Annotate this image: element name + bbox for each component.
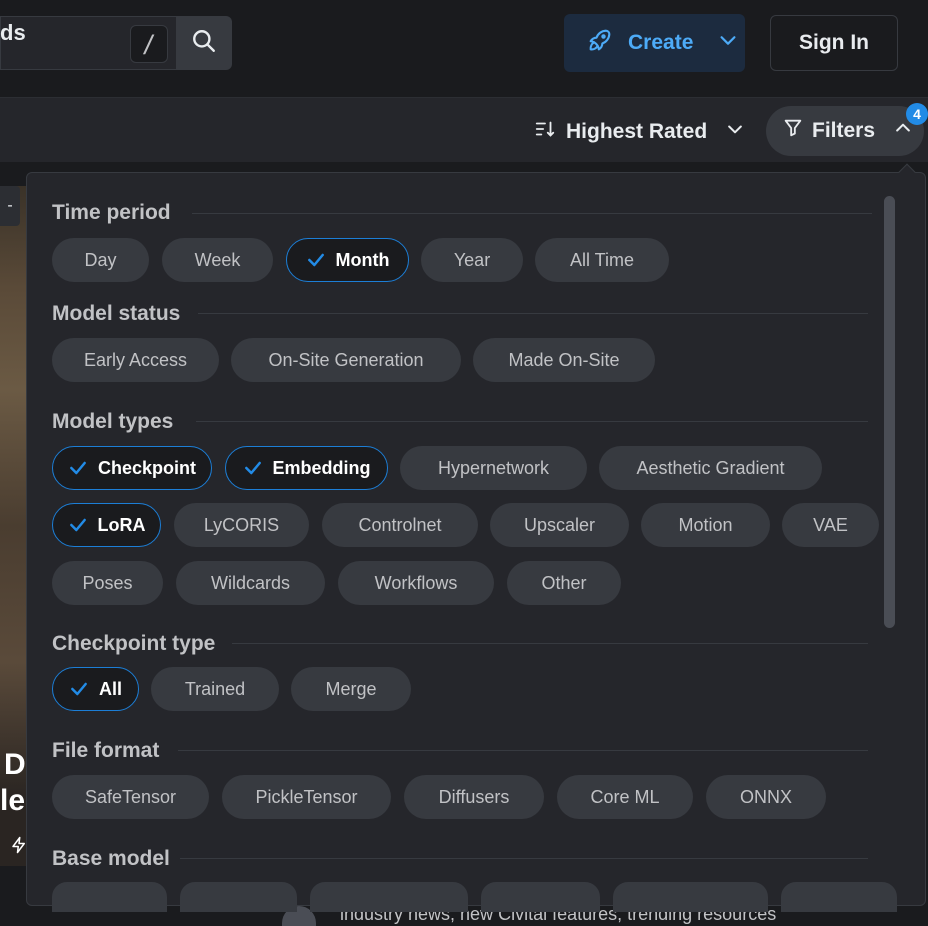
chip-label: All: [98, 678, 122, 699]
divider: [198, 313, 868, 314]
chip-wildcards[interactable]: Wildcards: [176, 561, 325, 605]
base-model-title: Base model: [52, 847, 170, 870]
divider: [196, 421, 868, 422]
chevron-down-icon: [725, 119, 745, 145]
chip-on-site-generation[interactable]: On-Site Generation: [231, 338, 461, 382]
chip-lycoris[interactable]: LyCORIS: [174, 503, 309, 547]
check-icon: [306, 250, 326, 270]
filters-count-badge: 4: [906, 103, 928, 125]
sort-label: Highest Rated: [566, 120, 708, 143]
section-heading-partial: ds: [0, 20, 26, 45]
chip-core-ml[interactable]: Core ML: [557, 775, 693, 819]
background-tab-button[interactable]: -: [0, 186, 20, 226]
create-button[interactable]: Create: [564, 14, 745, 72]
chip-base-model-partial[interactable]: [180, 882, 297, 912]
chip-month[interactable]: Month: [286, 238, 409, 282]
filters-button[interactable]: Filters: [766, 106, 924, 156]
chip-trained[interactable]: Trained: [151, 667, 279, 711]
chip-label: LoRA: [97, 514, 146, 535]
chip-safetensor[interactable]: SafeTensor: [52, 775, 209, 819]
rocket-icon: [586, 26, 614, 60]
sign-in-button[interactable]: Sign In: [770, 15, 898, 71]
chip-day[interactable]: Day: [52, 238, 149, 282]
chip-week[interactable]: Week: [162, 238, 273, 282]
check-icon: [68, 458, 88, 478]
chip-merge[interactable]: Merge: [291, 667, 411, 711]
chip-early-access[interactable]: Early Access: [52, 338, 219, 382]
divider: [192, 213, 872, 214]
chip-base-model-partial[interactable]: [52, 882, 167, 912]
chip-poses[interactable]: Poses: [52, 561, 163, 605]
chip-vae[interactable]: VAE: [782, 503, 879, 547]
create-label: Create: [628, 31, 694, 54]
chip-motion[interactable]: Motion: [641, 503, 770, 547]
background-card-title-line2: le: [0, 784, 26, 817]
search-button[interactable]: [176, 16, 232, 70]
chip-lora[interactable]: LoRA: [52, 503, 161, 547]
chip-label: Checkpoint: [97, 457, 196, 478]
chip-aesthetic-gradient[interactable]: Aesthetic Gradient: [599, 446, 822, 490]
check-icon: [69, 679, 89, 699]
chip-upscaler[interactable]: Upscaler: [490, 503, 629, 547]
chip-other[interactable]: Other: [507, 561, 621, 605]
divider: [178, 750, 868, 751]
model-status-title: Model status: [52, 302, 181, 325]
file-format-title: File format: [52, 739, 160, 762]
chip-diffusers[interactable]: Diffusers: [404, 775, 544, 819]
filters-label: Filters: [812, 119, 876, 142]
divider: [232, 643, 868, 644]
chip-all-time[interactable]: All Time: [535, 238, 669, 282]
chip-onnx[interactable]: ONNX: [706, 775, 826, 819]
chip-base-model-partial[interactable]: [781, 882, 897, 912]
chip-label: Embedding: [272, 457, 371, 478]
chip-base-model-partial[interactable]: [310, 882, 468, 912]
scrollbar[interactable]: [884, 196, 895, 628]
chip-workflows[interactable]: Workflows: [338, 561, 494, 605]
chip-base-model-partial[interactable]: [613, 882, 768, 912]
background-card-title: D: [4, 748, 26, 781]
time-period-title: Time period: [52, 201, 171, 224]
chip-label: Month: [335, 249, 390, 270]
chip-checkpoint[interactable]: Checkpoint: [52, 446, 212, 490]
chip-base-model-partial[interactable]: [481, 882, 600, 912]
filter-icon: [782, 117, 804, 145]
sort-descending-icon: [534, 118, 556, 146]
check-icon: [243, 458, 263, 478]
divider: [180, 858, 868, 859]
chip-hypernetwork[interactable]: Hypernetwork: [400, 446, 587, 490]
chip-made-on-site[interactable]: Made On-Site: [473, 338, 655, 382]
check-icon: [68, 515, 88, 535]
chip-year[interactable]: Year: [421, 238, 523, 282]
chip-pickletensor[interactable]: PickleTensor: [222, 775, 391, 819]
chevron-down-icon: [717, 29, 739, 57]
chip-controlnet[interactable]: Controlnet: [322, 503, 478, 547]
chip-all[interactable]: All: [52, 667, 139, 711]
chip-embedding[interactable]: Embedding: [225, 446, 388, 490]
search-icon: [191, 28, 217, 59]
sort-dropdown[interactable]: Highest Rated: [534, 112, 745, 152]
checkpoint-type-title: Checkpoint type: [52, 632, 216, 655]
model-types-title: Model types: [52, 410, 174, 433]
search-shortcut-key: /: [130, 25, 168, 63]
